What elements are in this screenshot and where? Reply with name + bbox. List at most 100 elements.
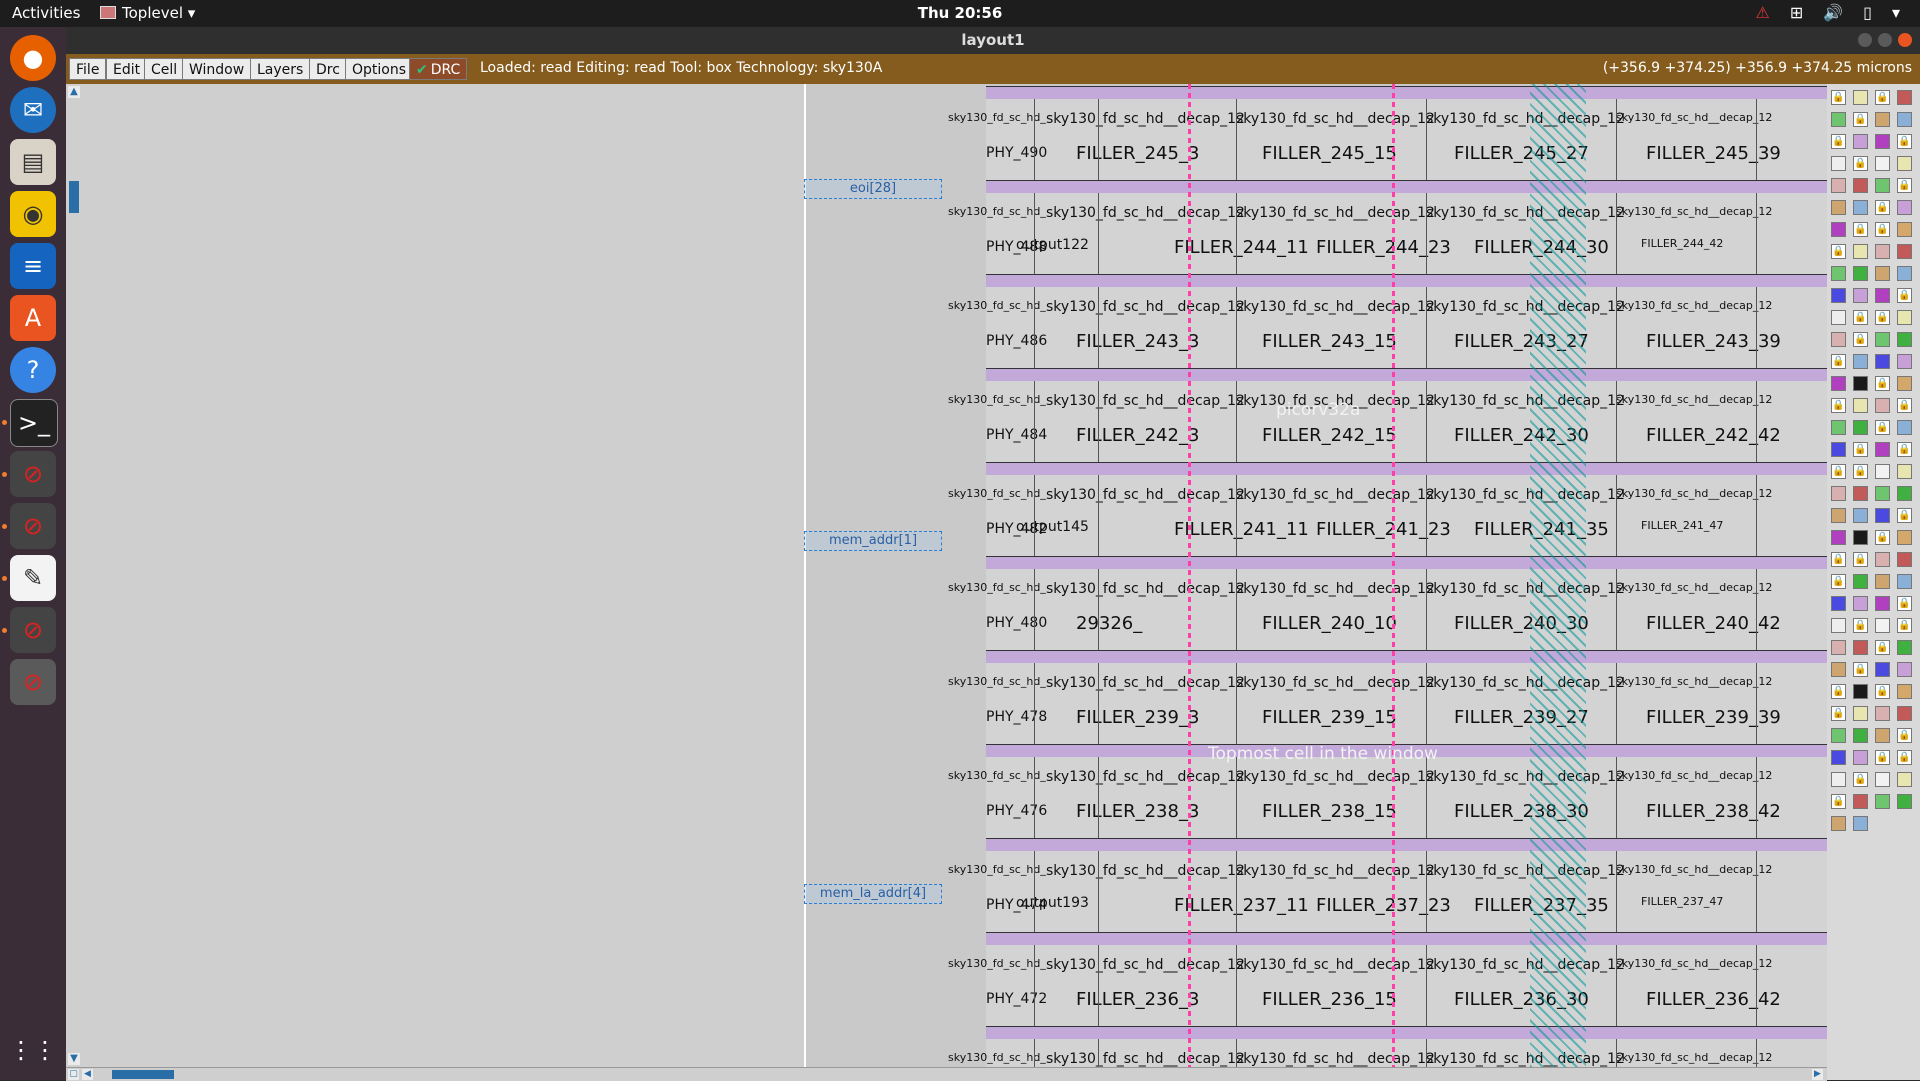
cell-row[interactable]: sky130_fd_sc_hd_ sky130_fd_sc_hd__decap_1… xyxy=(948,1026,1827,1067)
layer-swatch[interactable] xyxy=(1897,332,1912,347)
layer-swatch[interactable] xyxy=(1831,618,1846,633)
lock-icon[interactable]: 🔒 xyxy=(1853,442,1868,457)
lock-icon[interactable]: 🔒 xyxy=(1831,134,1846,149)
cell-row[interactable]: sky130_fd_sc_hd_ sky130_fd_sc_hd__decap_1… xyxy=(948,180,1827,275)
layout-canvas[interactable]: eoi[28] mem_addr[1] mem_la_addr[4] sky13… xyxy=(82,84,1827,1067)
layer-swatch[interactable] xyxy=(1897,156,1912,171)
layer-swatch[interactable] xyxy=(1831,728,1846,743)
layer-swatch[interactable] xyxy=(1853,244,1868,259)
cell-row[interactable]: sky130_fd_sc_hd_ sky130_fd_sc_hd__decap_1… xyxy=(948,274,1827,369)
lock-icon[interactable]: 🔒 xyxy=(1831,706,1846,721)
lock-icon[interactable]: 🔒 xyxy=(1875,200,1890,215)
lock-icon[interactable]: 🔒 xyxy=(1875,90,1890,105)
layer-swatch[interactable] xyxy=(1897,200,1912,215)
layer-swatch[interactable] xyxy=(1875,728,1890,743)
layer-swatch[interactable] xyxy=(1897,574,1912,589)
layer-swatch[interactable] xyxy=(1853,508,1868,523)
layer-swatch[interactable] xyxy=(1897,420,1912,435)
layer-swatch[interactable] xyxy=(1853,706,1868,721)
lock-icon[interactable]: 🔒 xyxy=(1875,684,1890,699)
layer-swatch[interactable] xyxy=(1875,442,1890,457)
cell-row[interactable]: sky130_fd_sc_hd_ sky130_fd_sc_hd__decap_1… xyxy=(948,932,1827,1027)
layer-swatch[interactable] xyxy=(1831,310,1846,325)
app-blocked-icon[interactable]: ⊘ xyxy=(10,451,56,497)
layer-swatch[interactable] xyxy=(1853,398,1868,413)
lock-icon[interactable]: 🔒 xyxy=(1831,552,1846,567)
layer-swatch[interactable] xyxy=(1897,112,1912,127)
layer-swatch[interactable] xyxy=(1897,354,1912,369)
layer-swatch[interactable] xyxy=(1875,618,1890,633)
layer-swatch[interactable] xyxy=(1897,376,1912,391)
lock-icon[interactable]: 🔒 xyxy=(1831,684,1846,699)
layer-swatch[interactable] xyxy=(1831,530,1846,545)
lock-icon[interactable]: 🔒 xyxy=(1897,288,1912,303)
show-apps-icon[interactable]: ⋮⋮ xyxy=(9,1027,57,1073)
layer-swatch[interactable] xyxy=(1875,464,1890,479)
app-blocked-icon[interactable]: ⊘ xyxy=(10,659,56,705)
pin-label-eoi[interactable]: eoi[28] xyxy=(804,179,942,199)
layer-swatch[interactable] xyxy=(1897,530,1912,545)
scroll-down-icon[interactable]: ▼ xyxy=(68,1053,80,1065)
pin-label-mem-addr[interactable]: mem_addr[1] xyxy=(804,531,942,551)
window-titlebar[interactable]: layout1 xyxy=(66,27,1920,54)
lock-icon[interactable]: 🔒 xyxy=(1831,398,1846,413)
layer-swatch[interactable] xyxy=(1853,684,1868,699)
menu-cell[interactable]: Cell xyxy=(144,58,185,80)
layer-swatch[interactable] xyxy=(1831,508,1846,523)
layer-swatch[interactable] xyxy=(1853,486,1868,501)
lock-icon[interactable]: 🔒 xyxy=(1853,112,1868,127)
lock-icon[interactable]: 🔒 xyxy=(1897,728,1912,743)
drc-toggle[interactable]: ✔ DRC xyxy=(409,58,468,80)
lock-icon[interactable]: 🔒 xyxy=(1875,310,1890,325)
layer-swatch[interactable] xyxy=(1831,112,1846,127)
menu-file[interactable]: File xyxy=(69,58,107,80)
layer-palette[interactable]: 🔒 🔒 🔒 🔒 🔒 🔒 🔒 🔒 🔒 🔒 🔒 🔒 🔒 🔒 🔒 🔒 🔒 🔒 🔒 🔒 🔒 🔒 🔒 🔒 🔒 🔒 🔒 🔒 🔒 🔒 🔒 🔒 🔒 🔒 🔒 🔒 🔒 🔒 🔒 🔒… xyxy=(1827,84,1920,1080)
writer-icon[interactable]: ≡ xyxy=(10,243,56,289)
layer-swatch[interactable] xyxy=(1897,772,1912,787)
lock-icon[interactable]: 🔒 xyxy=(1875,640,1890,655)
lock-icon[interactable]: 🔒 xyxy=(1875,750,1890,765)
lock-icon[interactable]: 🔒 xyxy=(1897,508,1912,523)
layer-swatch[interactable] xyxy=(1831,332,1846,347)
layer-swatch[interactable] xyxy=(1875,354,1890,369)
layer-swatch[interactable] xyxy=(1875,574,1890,589)
lock-icon[interactable]: 🔒 xyxy=(1897,398,1912,413)
layer-swatch[interactable] xyxy=(1831,156,1846,171)
lock-icon[interactable]: 🔒 xyxy=(1853,552,1868,567)
layer-swatch[interactable] xyxy=(1831,200,1846,215)
lock-icon[interactable]: 🔒 xyxy=(1831,794,1846,809)
volume-icon[interactable]: 🔊 xyxy=(1823,3,1843,22)
lock-icon[interactable]: 🔒 xyxy=(1853,618,1868,633)
layer-swatch[interactable] xyxy=(1875,332,1890,347)
layer-swatch[interactable] xyxy=(1875,706,1890,721)
horizontal-scroll-thumb[interactable] xyxy=(112,1070,174,1079)
layer-swatch[interactable] xyxy=(1897,266,1912,281)
software-icon[interactable]: A xyxy=(10,295,56,341)
lock-icon[interactable]: 🔒 xyxy=(1853,156,1868,171)
layer-swatch[interactable] xyxy=(1875,288,1890,303)
lock-icon[interactable]: 🔒 xyxy=(1897,134,1912,149)
cell-row[interactable]: sky130_fd_sc_hd_ sky130_fd_sc_hd__decap_1… xyxy=(948,650,1827,745)
layer-swatch[interactable] xyxy=(1875,112,1890,127)
layer-swatch[interactable] xyxy=(1831,266,1846,281)
layer-swatch[interactable] xyxy=(1875,134,1890,149)
layer-swatch[interactable] xyxy=(1853,200,1868,215)
layer-swatch[interactable] xyxy=(1875,266,1890,281)
lock-icon[interactable]: 🔒 xyxy=(1853,332,1868,347)
layer-swatch[interactable] xyxy=(1875,486,1890,501)
layer-swatch[interactable] xyxy=(1875,508,1890,523)
layer-swatch[interactable] xyxy=(1853,266,1868,281)
terminal-icon[interactable]: >_ xyxy=(10,399,58,447)
menu-window[interactable]: Window xyxy=(182,58,252,80)
menu-options[interactable]: Options xyxy=(345,58,414,80)
layer-swatch[interactable] xyxy=(1875,772,1890,787)
thunderbird-icon[interactable]: ✉ xyxy=(10,87,56,133)
maximize-button[interactable] xyxy=(1878,33,1892,47)
lock-icon[interactable]: 🔒 xyxy=(1875,530,1890,545)
layer-swatch[interactable] xyxy=(1897,90,1912,105)
battery-icon[interactable]: ▯ xyxy=(1863,3,1872,22)
layer-swatch[interactable] xyxy=(1853,574,1868,589)
layer-swatch[interactable] xyxy=(1853,90,1868,105)
rhythmbox-icon[interactable]: ◉ xyxy=(10,191,56,237)
layer-swatch[interactable] xyxy=(1875,244,1890,259)
